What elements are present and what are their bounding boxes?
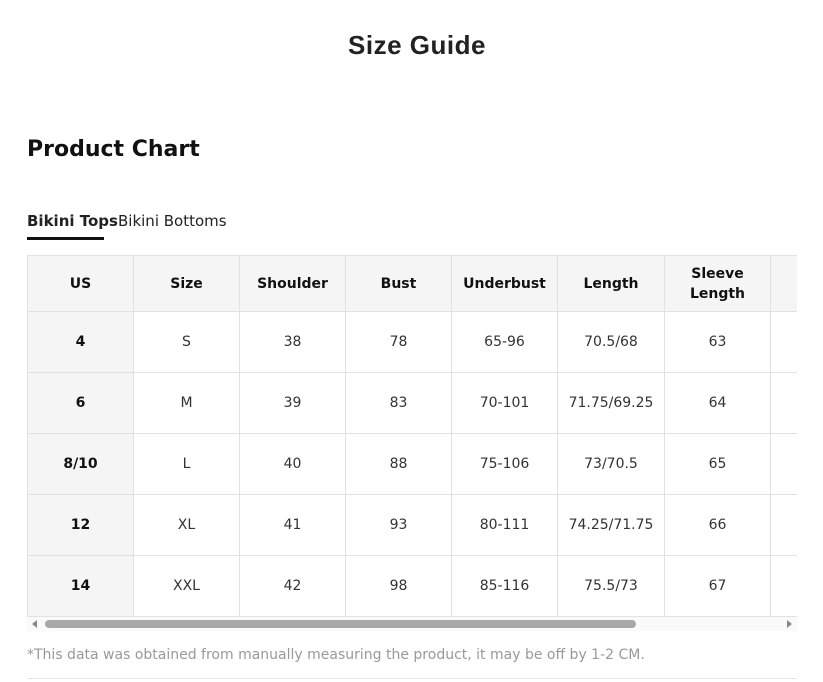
column-header-shoulder: Shoulder bbox=[239, 255, 346, 312]
table-cell: S bbox=[133, 311, 240, 373]
table-cell: 98 bbox=[345, 555, 452, 617]
column-header-us: US bbox=[27, 255, 134, 312]
table-row: 6 M 39 83 70-101 71.75/69.25 64 bbox=[27, 372, 797, 434]
table-cell: 75.5/73 bbox=[557, 555, 665, 617]
column-header-bust: Bust bbox=[345, 255, 452, 312]
size-table-container[interactable]: US Size Shoulder Bust Underbust Length S… bbox=[27, 255, 797, 617]
table-cell bbox=[770, 311, 797, 373]
table-cell: 74.25/71.75 bbox=[557, 494, 665, 556]
table-cell bbox=[770, 372, 797, 434]
table-cell: 85-116 bbox=[451, 555, 558, 617]
table-row: 4 S 38 78 65-96 70.5/68 63 bbox=[27, 311, 797, 373]
table-cell: 71.75/69.25 bbox=[557, 372, 665, 434]
table-row: 14 XXL 42 98 85-116 75.5/73 67 bbox=[27, 555, 797, 617]
table-cell: 39 bbox=[239, 372, 346, 434]
divider bbox=[27, 678, 797, 679]
column-header-size: Size bbox=[133, 255, 240, 312]
table-cell bbox=[770, 433, 797, 495]
table-cell: L bbox=[133, 433, 240, 495]
table-cell: 41 bbox=[239, 494, 346, 556]
table-cell: 40 bbox=[239, 433, 346, 495]
table-cell: 42 bbox=[239, 555, 346, 617]
chevron-left-icon[interactable] bbox=[32, 620, 37, 628]
table-cell: 6 bbox=[27, 372, 134, 434]
table-cell: 83 bbox=[345, 372, 452, 434]
table-cell: 80-111 bbox=[451, 494, 558, 556]
table-cell: 88 bbox=[345, 433, 452, 495]
column-header-sleeve-length: Sleeve Length bbox=[664, 255, 771, 312]
tab-bikini-tops[interactable]: Bikini Tops bbox=[27, 212, 118, 230]
section-title: Product Chart bbox=[27, 137, 200, 162]
column-header-length: Length bbox=[557, 255, 665, 312]
table-cell: 70-101 bbox=[451, 372, 558, 434]
table-cell: 38 bbox=[239, 311, 346, 373]
page-title: Size Guide bbox=[348, 30, 486, 60]
table-cell: 75-106 bbox=[451, 433, 558, 495]
table-cell: 66 bbox=[664, 494, 771, 556]
table-cell: 67 bbox=[664, 555, 771, 617]
table-header-row: US Size Shoulder Bust Underbust Length S… bbox=[27, 255, 797, 312]
table-cell: 70.5/68 bbox=[557, 311, 665, 373]
horizontal-scrollbar[interactable] bbox=[27, 617, 797, 631]
table-cell: 63 bbox=[664, 311, 771, 373]
size-table: US Size Shoulder Bust Underbust Length S… bbox=[27, 255, 797, 617]
table-cell: 12 bbox=[27, 494, 134, 556]
table-cell: 65 bbox=[664, 433, 771, 495]
column-header-underbust: Underbust bbox=[451, 255, 558, 312]
table-cell: XL bbox=[133, 494, 240, 556]
table-cell: M bbox=[133, 372, 240, 434]
column-header-overflow bbox=[770, 255, 797, 312]
table-cell bbox=[770, 555, 797, 617]
table-cell: 4 bbox=[27, 311, 134, 373]
table-row: 8/10 L 40 88 75-106 73/70.5 65 bbox=[27, 433, 797, 495]
chevron-right-icon[interactable] bbox=[787, 620, 792, 628]
table-cell: 14 bbox=[27, 555, 134, 617]
table-cell: XXL bbox=[133, 555, 240, 617]
tab-bikini-bottoms[interactable]: Bikini Bottoms bbox=[118, 212, 227, 230]
table-cell: 8/10 bbox=[27, 433, 134, 495]
table-cell bbox=[770, 494, 797, 556]
scrollbar-thumb[interactable] bbox=[45, 620, 636, 628]
table-cell: 65-96 bbox=[451, 311, 558, 373]
measurement-disclaimer: *This data was obtained from manually me… bbox=[27, 647, 645, 663]
table-cell: 78 bbox=[345, 311, 452, 373]
table-row: 12 XL 41 93 80-111 74.25/71.75 66 bbox=[27, 494, 797, 556]
active-tab-indicator bbox=[27, 237, 104, 240]
table-cell: 64 bbox=[664, 372, 771, 434]
table-cell: 73/70.5 bbox=[557, 433, 665, 495]
table-cell: 93 bbox=[345, 494, 452, 556]
